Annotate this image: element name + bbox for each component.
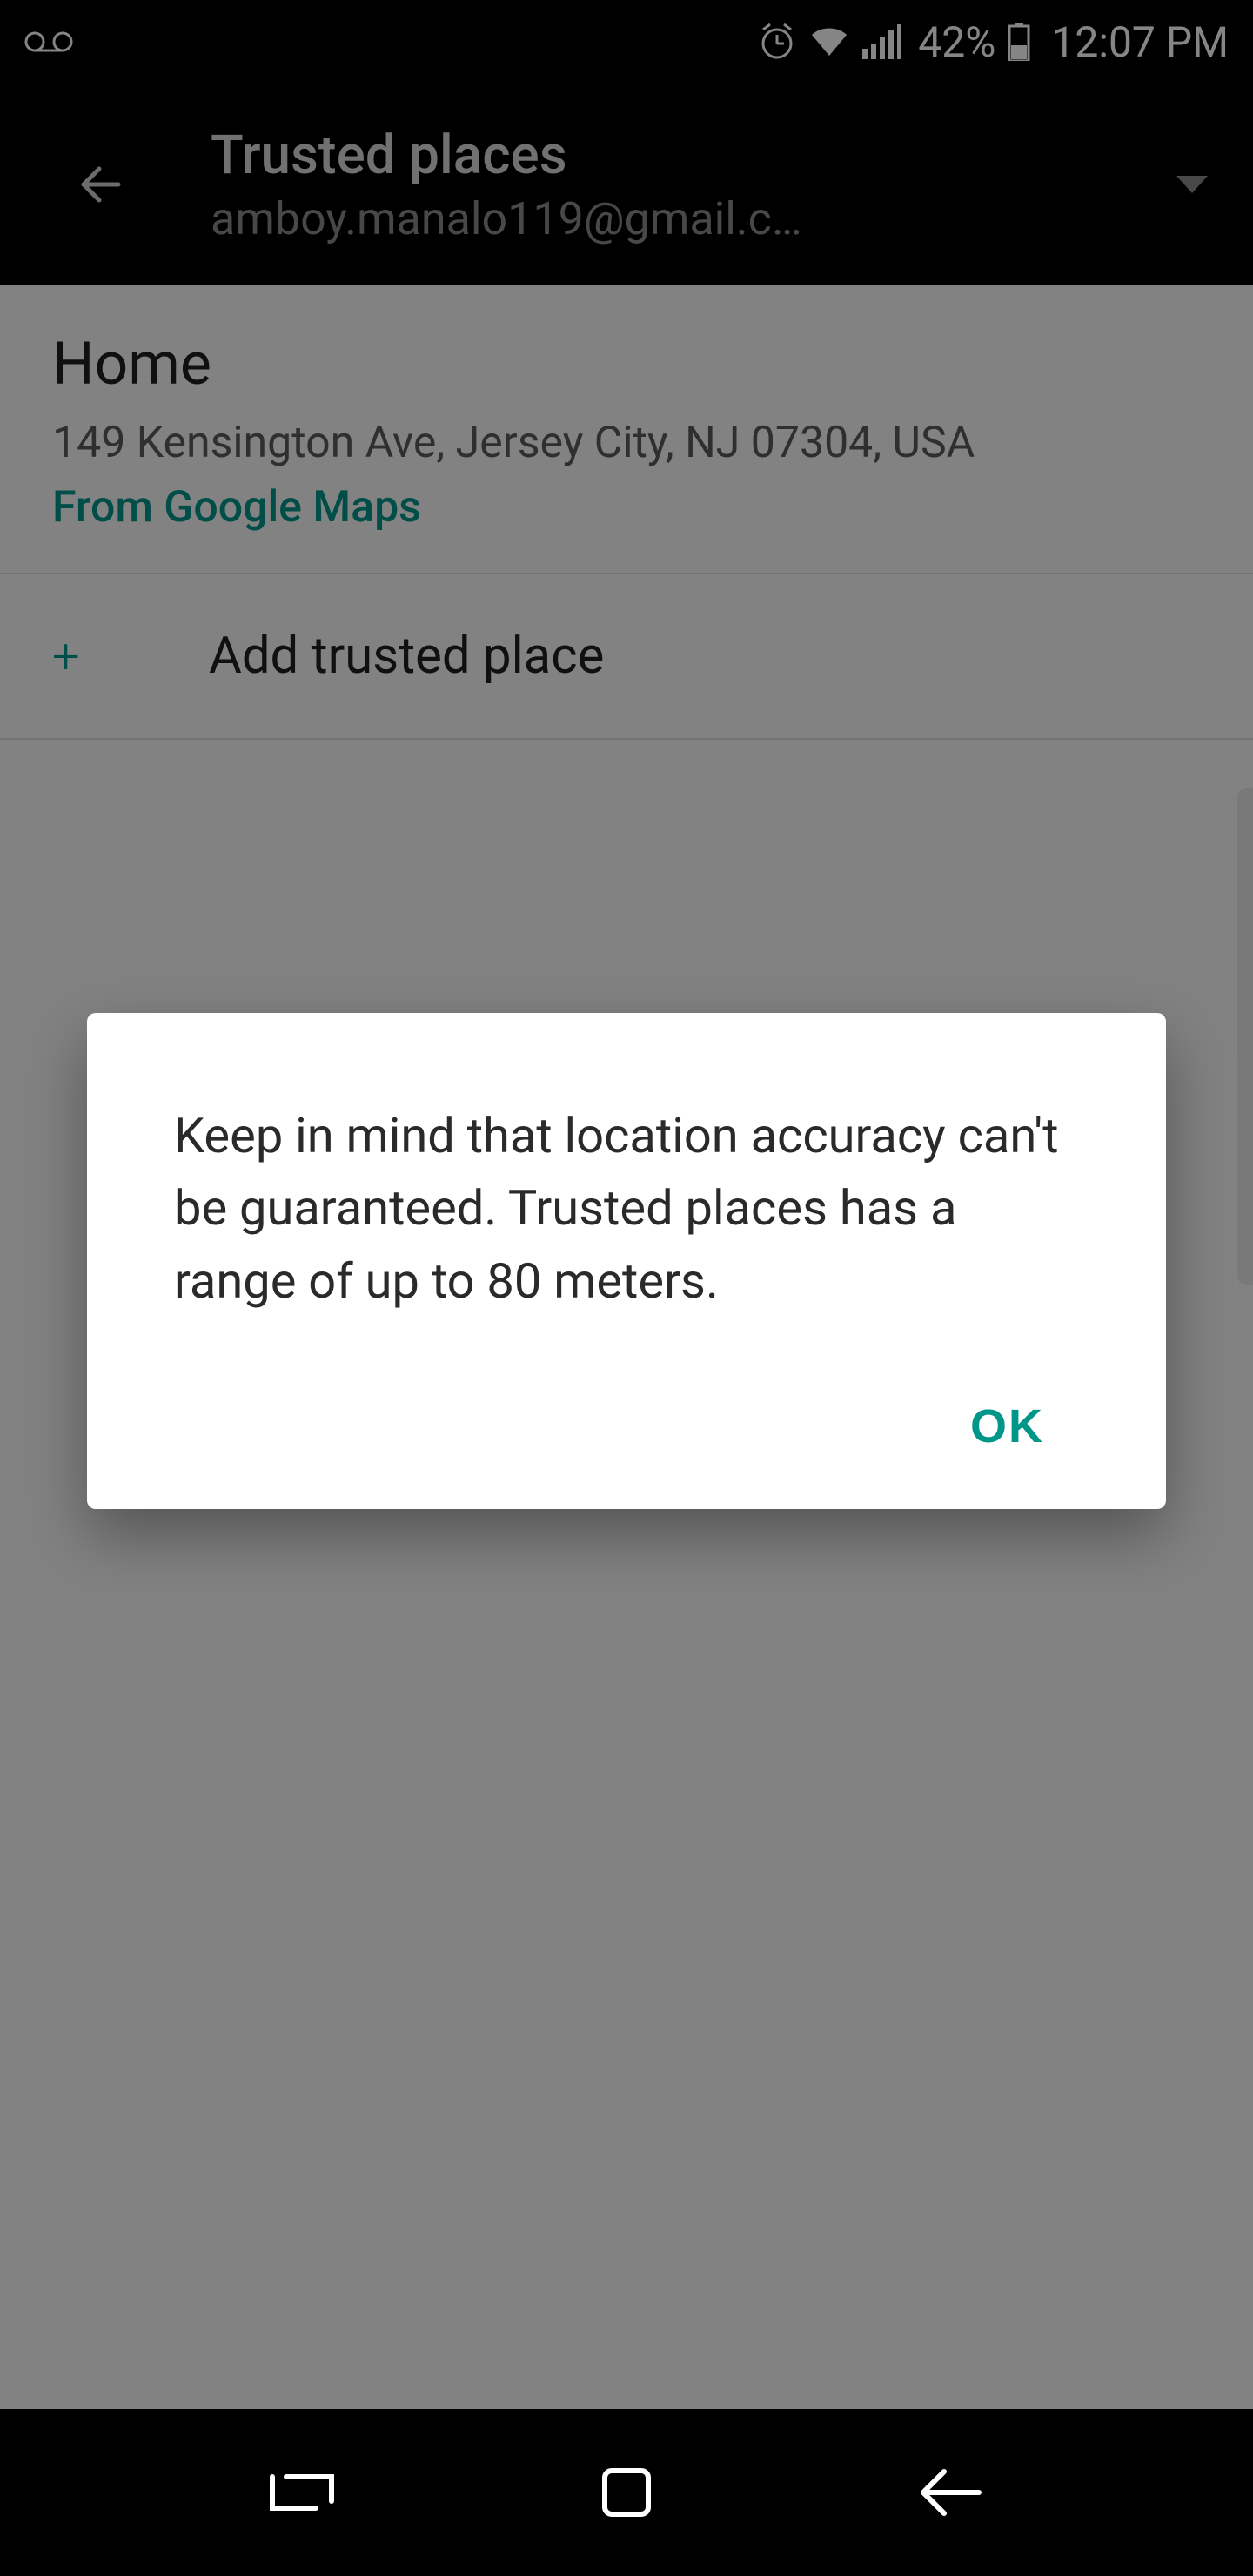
dialog-message: Keep in mind that location accuracy can'… (174, 1100, 1079, 1318)
recents-icon (265, 2466, 338, 2519)
ok-button[interactable]: OK (935, 1379, 1079, 1474)
recents-button[interactable] (250, 2440, 354, 2545)
nav-back-button[interactable] (899, 2440, 1003, 2545)
navigation-bar (0, 2409, 1253, 2576)
dialog-actions: OK (174, 1379, 1079, 1474)
home-button[interactable] (574, 2440, 679, 2545)
info-dialog: Keep in mind that location accuracy can'… (87, 1013, 1166, 1509)
back-icon (915, 2466, 988, 2519)
home-icon (596, 2462, 657, 2523)
